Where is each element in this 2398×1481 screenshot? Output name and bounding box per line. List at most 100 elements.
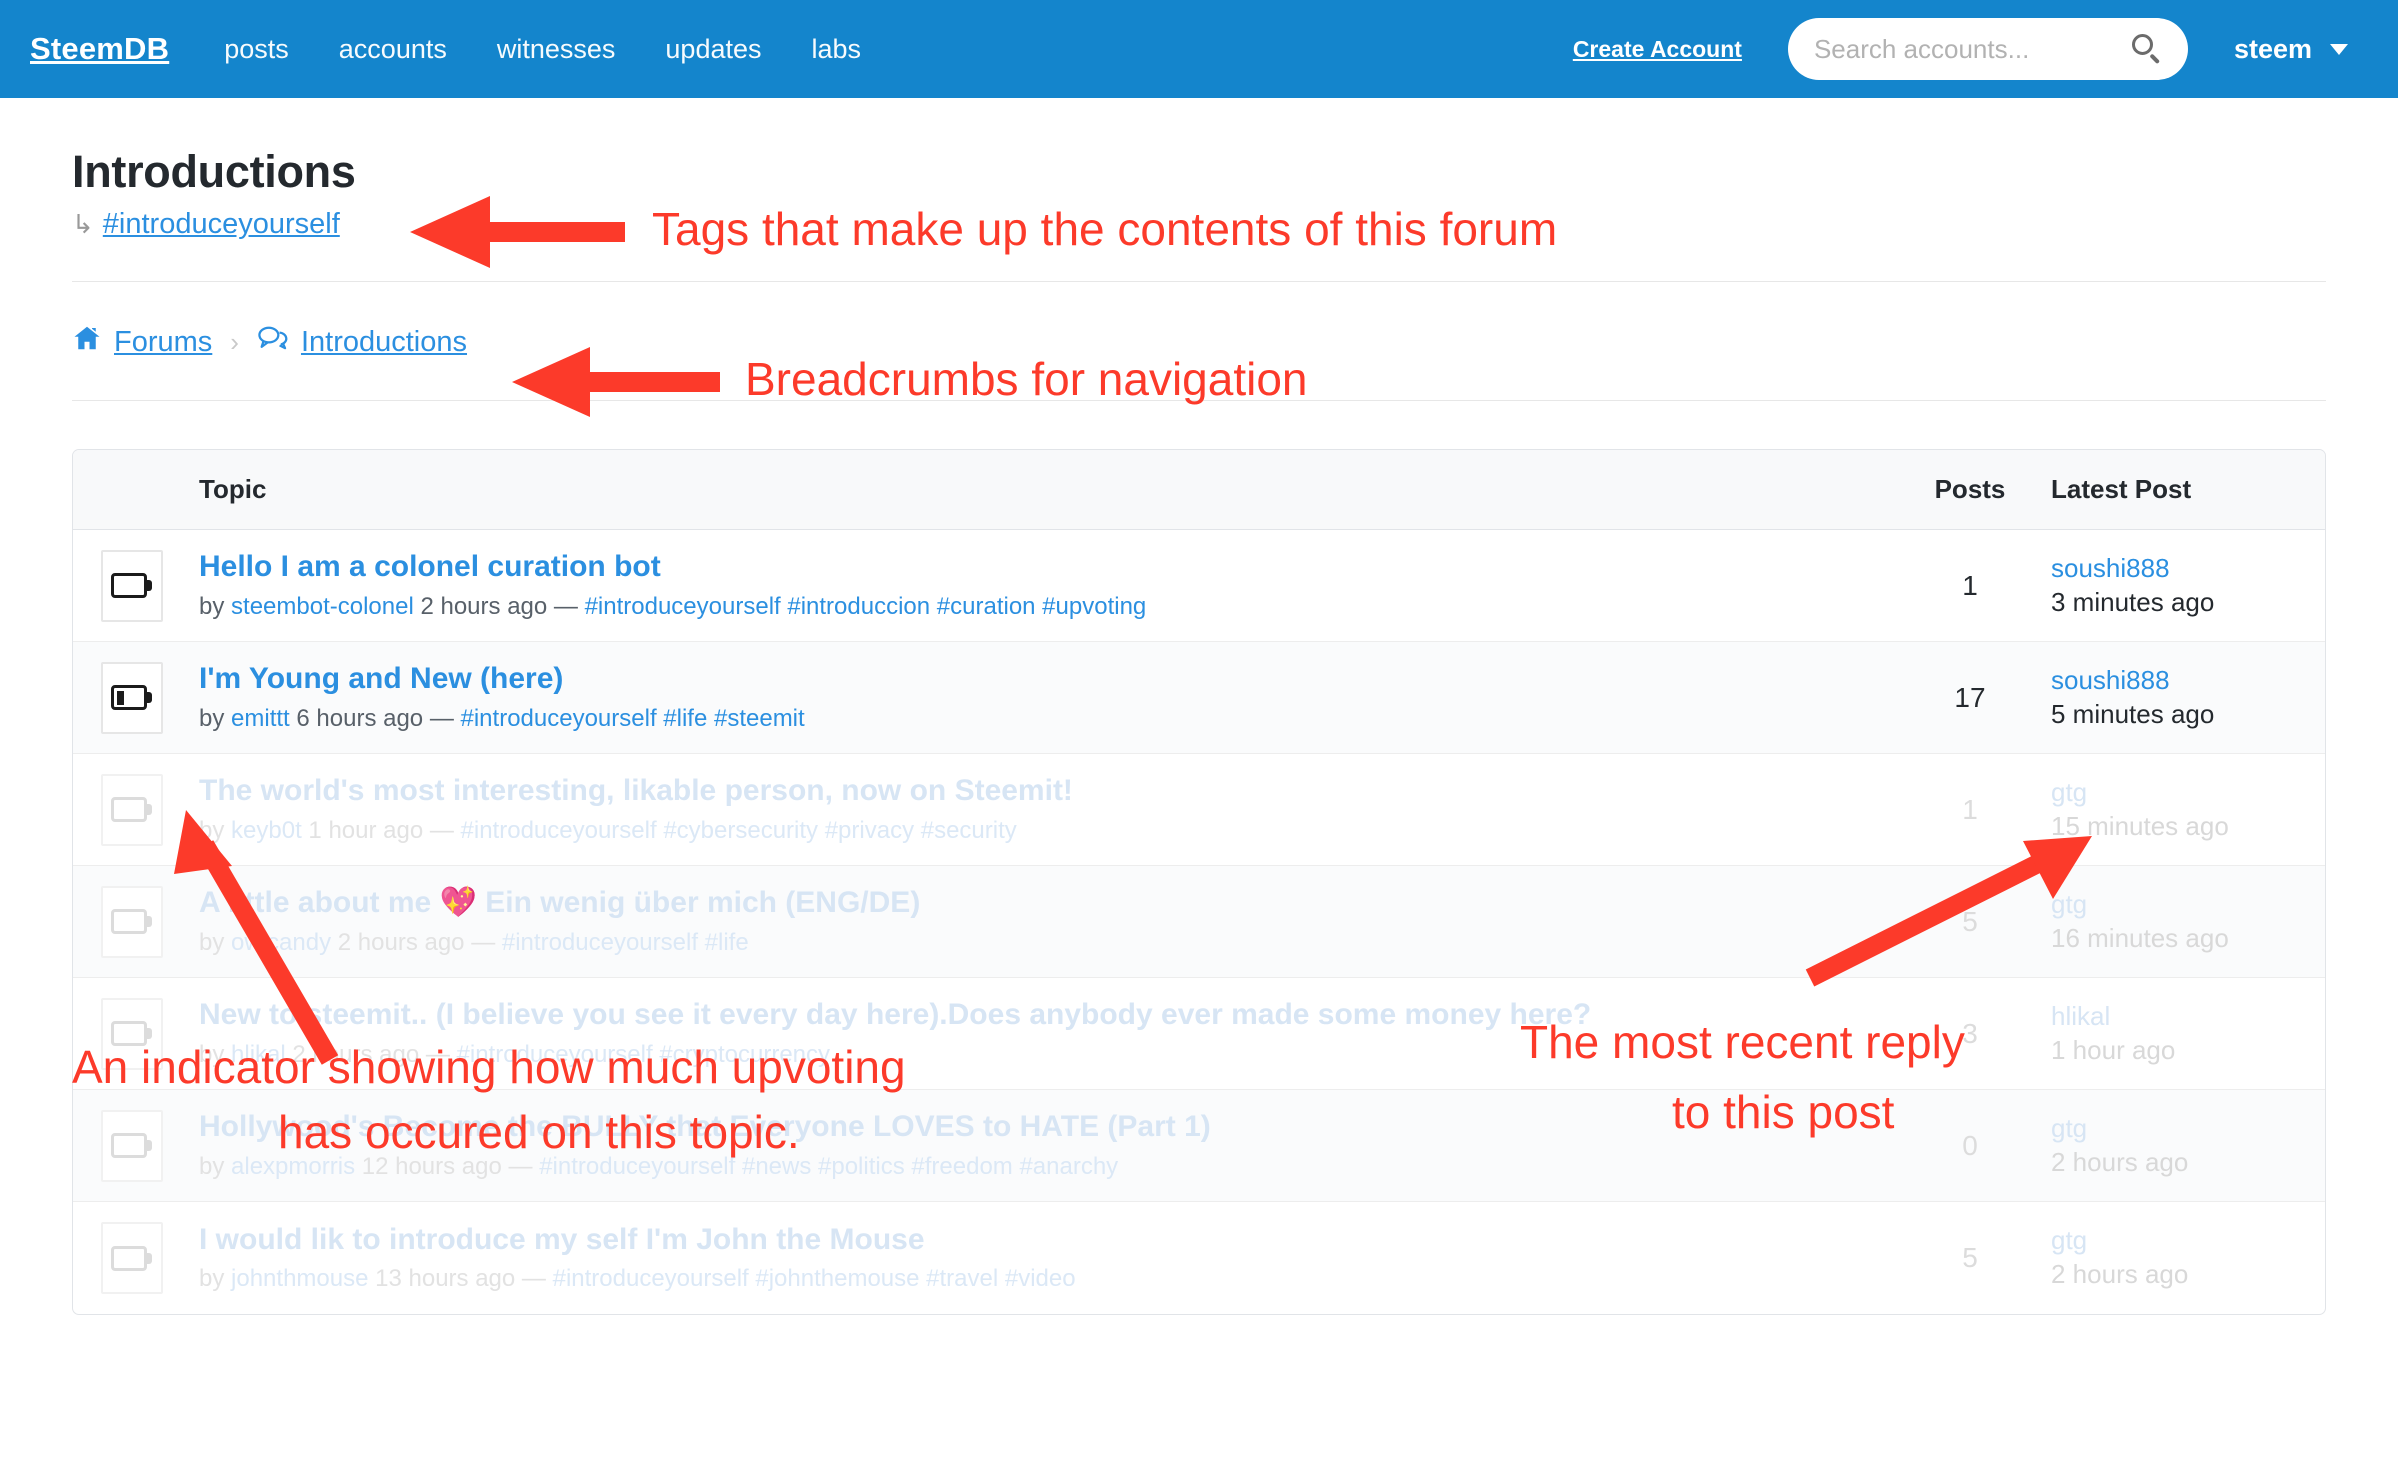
topic-title-link[interactable]: A little about me 💖 Ein wenig über mich … xyxy=(199,885,1895,922)
topic-meta: by hlikal 2 hours ago — #introduceyourse… xyxy=(199,1040,1895,1070)
create-account-button[interactable]: Create Account xyxy=(1541,0,1774,98)
topic-tags[interactable]: #introduceyourself #cryptocurrency xyxy=(457,1041,831,1068)
topic-tags[interactable]: #introduceyourself #cybersecurity #priva… xyxy=(461,817,1017,844)
posts-count: 5 xyxy=(1962,1242,1978,1273)
table-row[interactable]: Hello I am a colonel curation bot by stee… xyxy=(73,530,2325,642)
nav-link-labs[interactable]: labs xyxy=(787,0,887,98)
posts-count: 3 xyxy=(1962,1017,1978,1049)
home-icon xyxy=(72,324,102,360)
forum-tag-link[interactable]: #introduceyourself xyxy=(103,208,340,241)
author-link[interactable]: johnthmouse xyxy=(231,1265,368,1292)
brand-logo[interactable]: SteemDB xyxy=(0,0,199,98)
author-link[interactable]: owlcandy xyxy=(231,929,331,956)
topic-tags[interactable]: #introduceyourself #johnthemouse #travel… xyxy=(553,1265,1076,1292)
table-row[interactable]: New to steemit.. (I believe you see it e… xyxy=(73,978,2325,1090)
nav-link-posts[interactable]: posts xyxy=(199,0,314,98)
author-link[interactable]: emittt xyxy=(231,705,290,732)
latest-post-user-link[interactable]: soushi888 xyxy=(2051,665,2170,695)
latest-post-user-link[interactable]: soushi888 xyxy=(2051,553,2170,583)
row-posts-cell: 3 xyxy=(1895,1018,2045,1050)
battery-icon xyxy=(101,1222,163,1294)
breadcrumb-item-introductions[interactable]: Introductions xyxy=(257,325,467,359)
author-link[interactable]: keyb0t xyxy=(231,817,302,844)
nav-link-witnesses[interactable]: witnesses xyxy=(472,0,641,98)
nav-link-accounts[interactable]: accounts xyxy=(314,0,472,98)
top-navbar: SteemDB posts accounts witnesses updates… xyxy=(0,0,2398,98)
author-link[interactable]: steembot-colonel xyxy=(231,593,414,620)
meta-dash: — xyxy=(521,1265,546,1293)
meta-dash: — xyxy=(553,592,578,620)
author-link[interactable]: hlikal xyxy=(231,1041,286,1068)
topic-title-link[interactable]: I'm Young and New (here) xyxy=(199,661,1895,698)
topic-title-link[interactable]: New to steemit.. (I believe you see it e… xyxy=(199,997,1895,1034)
table-row[interactable]: Hollywood's Become the BULLY that Everyo… xyxy=(73,1090,2325,1202)
by-label: by xyxy=(199,928,225,956)
topic-title-link[interactable]: Hello I am a colonel curation bot xyxy=(199,549,1895,586)
latest-post-user-link[interactable]: gtg xyxy=(2051,1113,2087,1143)
comments-icon xyxy=(257,325,289,359)
row-posts-cell: 1 xyxy=(1895,794,2045,826)
table-row[interactable]: A little about me 💖 Ein wenig über mich … xyxy=(73,866,2325,978)
row-posts-cell: 0 xyxy=(1895,1130,2045,1162)
search-icon[interactable] xyxy=(2131,34,2162,64)
table-row[interactable]: I would lik to introduce my self I'm Joh… xyxy=(73,1202,2325,1314)
latest-post-user-link[interactable]: gtg xyxy=(2051,1225,2087,1255)
row-topic-cell: The world's most interesting, likable pe… xyxy=(191,773,1895,846)
row-latest-post-cell: gtg 16 minutes ago xyxy=(2045,888,2325,956)
latest-post-user-link[interactable]: gtg xyxy=(2051,777,2087,807)
topic-title-link[interactable]: The world's most interesting, likable pe… xyxy=(199,773,1895,810)
battery-icon xyxy=(101,773,163,846)
topic-tags[interactable]: #introduceyourself #news #politics #free… xyxy=(539,1153,1118,1180)
battery-icon xyxy=(101,997,163,1070)
row-posts-cell: 5 xyxy=(1895,906,2045,938)
topic-title-link[interactable]: I would lik to introduce my self I'm Joh… xyxy=(199,1222,1895,1259)
battery-icon xyxy=(101,1109,163,1182)
chevron-down-icon xyxy=(2330,43,2348,55)
row-battery-cell xyxy=(73,1222,191,1294)
latest-post-user-link[interactable]: hlikal xyxy=(2051,1001,2110,1031)
corner-arrow-icon: ↳ xyxy=(72,209,94,239)
by-label: by xyxy=(199,1265,225,1293)
row-latest-post-cell: hlikal 1 hour ago xyxy=(2045,1000,2325,1068)
topic-meta: by steembot-colonel 2 hours ago — #intro… xyxy=(199,592,1895,622)
breadcrumb: Forums › Introductions xyxy=(0,282,2398,360)
meta-dash: — xyxy=(471,928,496,956)
table-row[interactable]: I'm Young and New (here) by emittt 6 hour… xyxy=(73,642,2325,754)
latest-post-time: 1 hour ago xyxy=(2051,1034,2176,1065)
row-battery-cell xyxy=(73,997,191,1070)
meta-dash: — xyxy=(425,1040,450,1068)
user-menu-button[interactable]: steem xyxy=(2202,34,2368,65)
author-link[interactable]: alexpmorris xyxy=(231,1153,355,1180)
breadcrumb-label-forums: Forums xyxy=(114,325,213,358)
latest-post-user-link[interactable]: gtg xyxy=(2051,889,2087,919)
topic-meta: by owlcandy 2 hours ago — #introduceyour… xyxy=(199,928,1895,958)
topic-tags[interactable]: #introduceyourself #life #steemit xyxy=(461,705,805,732)
topic-tags[interactable]: #introduceyourself #introduccion #curati… xyxy=(585,593,1147,620)
table-body: Hello I am a colonel curation bot by stee… xyxy=(73,530,2325,1314)
breadcrumb-divider xyxy=(72,400,2326,401)
battery-icon xyxy=(101,885,163,958)
topics-table: Topic Posts Latest Post Hello I am a col… xyxy=(72,449,2326,1315)
table-row[interactable]: The world's most interesting, likable pe… xyxy=(73,754,2325,866)
breadcrumb-item-forums[interactable]: Forums xyxy=(72,324,212,360)
by-label: by xyxy=(199,592,225,620)
by-label: by xyxy=(199,1152,225,1180)
row-posts-cell: 5 xyxy=(1895,1242,2045,1274)
topic-meta: by keyb0t 1 hour ago — #introduceyoursel… xyxy=(199,816,1895,846)
battery-icon xyxy=(101,549,163,622)
search-input[interactable]: Search accounts... xyxy=(1787,18,2188,80)
topic-title-link[interactable]: Hollywood's Become the BULLY that Everyo… xyxy=(199,1109,1895,1146)
topic-meta: by alexpmorris 12 hours ago — #introduce… xyxy=(199,1152,1895,1182)
row-latest-post-cell: soushi888 5 minutes ago xyxy=(2045,664,2325,732)
topic-age: 1 hour ago xyxy=(308,816,424,844)
row-topic-cell: Hollywood's Become the BULLY that Everyo… xyxy=(191,1109,1895,1182)
header-cell-latest-post: Latest Post xyxy=(2051,474,2192,504)
latest-post-time: 5 minutes ago xyxy=(2051,698,2215,729)
row-topic-cell: I would lik to introduce my self I'm Joh… xyxy=(191,1222,1895,1295)
row-topic-cell: A little about me 💖 Ein wenig über mich … xyxy=(191,885,1895,958)
topic-tags[interactable]: #introduceyourself #life xyxy=(502,929,749,956)
meta-dash: — xyxy=(429,704,454,732)
nav-link-updates[interactable]: updates xyxy=(640,0,786,98)
by-label: by xyxy=(199,1040,225,1068)
row-topic-cell: New to steemit.. (I believe you see it e… xyxy=(191,997,1895,1070)
